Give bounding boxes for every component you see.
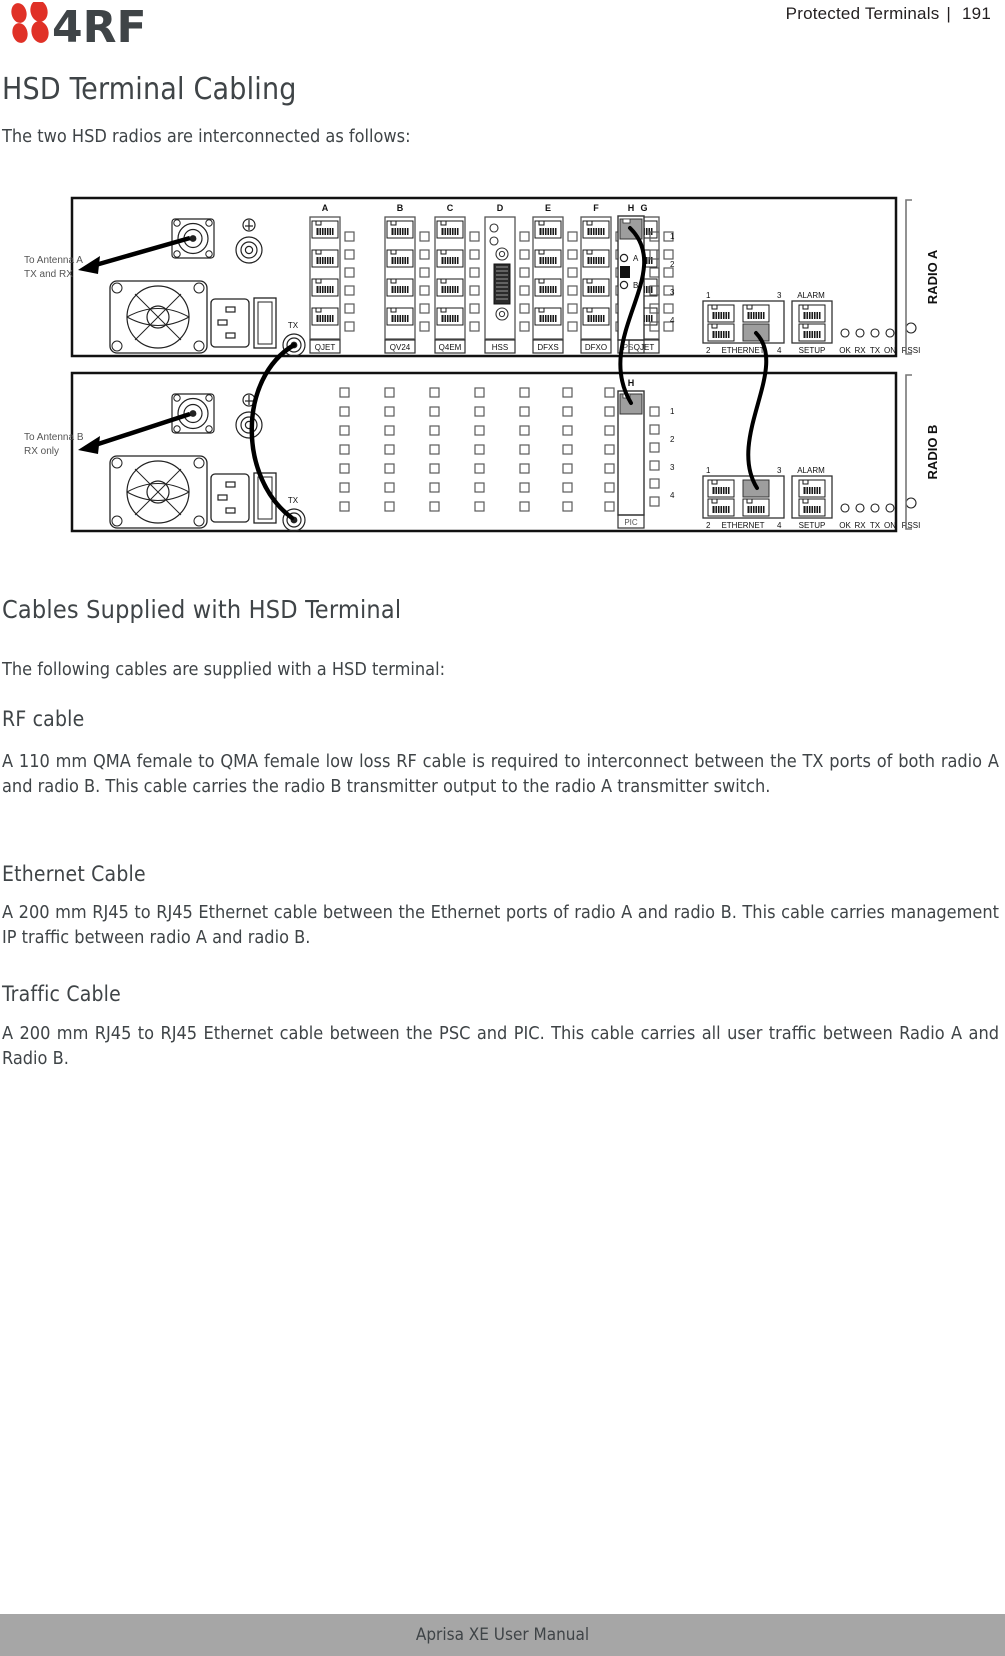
alarm-label-a: ALARM [797,291,825,300]
slot-card-c: Q4EM [439,343,462,352]
section-ethernet-cable: Ethernet Cable A 200 mm RJ45 to RJ45 Eth… [2,862,1001,948]
eth-port-1-a: 1 [706,291,711,300]
slot-letter-g: G [640,203,647,213]
breadcrumb-label: Protected Terminals [785,4,940,23]
tx-label-b: TX [288,496,299,505]
port-number-2-a: 2 [670,260,675,269]
led-tx-a: TX [870,346,881,355]
led-rx-b: RX [854,521,866,530]
diagram-svg: TX A QJET B QV24 C Q4EM D HSS E DFXS F D… [24,196,940,533]
slot-card-e: DFXS [537,343,558,352]
header-breadcrumb: Protected Terminals | 191 [786,4,991,24]
antenna-a-label-line2: TX and RX [24,269,73,280]
psc-toggle-switch[interactable] [620,266,630,278]
alarm-label-b: ALARM [797,466,825,475]
logo-dots-icon [11,0,49,43]
port-number-4-a: 4 [670,316,675,325]
section-rf-cable: RF cable A 110 mm QMA female to QMA fema… [2,707,1001,797]
ethernet-cable-body: A 200 mm RJ45 to RJ45 Ethernet cable bet… [2,902,999,948]
setup-label-a: SETUP [799,346,826,355]
traffic-cable-body: A 200 mm RJ45 to RJ45 Ethernet cable bet… [2,1023,999,1069]
ethernet-label-b: ETHERNET [721,521,764,530]
page-intro: The two HSD radios are interconnected as… [2,126,411,147]
antenna-b-label-line1: To Antenna B [24,432,84,443]
led-tx-b: TX [870,521,881,530]
cables-lead-text: The following cables are supplied with a… [2,659,446,680]
eth-port-1-b: 1 [706,466,711,475]
led-ok-a: OK [839,346,851,355]
breadcrumb-separator: | [946,4,952,23]
port-number-3-b: 3 [670,463,675,472]
hsd-cabling-diagram: TX A QJET B QV24 C Q4EM D HSS E DFXS F D… [0,188,1005,560]
slot-letter-h-b: H [628,378,635,388]
slot-letter-c: C [447,203,454,213]
antenna-b-label-line2: RX only [24,446,59,457]
brand-logo: 4RF [8,0,188,53]
slot-card-b: QV24 [390,343,411,352]
slot-card-h-b: PIC [624,518,638,527]
heading-traffic-cable: Traffic Cable [2,982,121,1006]
footer-manual-title: Aprisa XE User Manual [415,1625,590,1645]
page-header: 4RF Protected Terminals | 191 [0,0,1005,62]
radio-b-chassis: TX H PIC 1 2 3 4 1 3 2 4 ETHERNET ALARM … [70,371,920,533]
antenna-a-label-line1: To Antenna A [24,255,83,266]
port-number-1-b: 1 [670,407,675,416]
document-page: 4RF Protected Terminals | 191 HSD Terminal… [0,0,1005,1656]
page-title: HSD Terminal Cabling [2,72,297,107]
tx-label-a: TX [288,321,299,330]
heading-cables-supplied: Cables Supplied with HSD Terminal [2,595,402,624]
slot-card-f: DFXO [585,343,607,352]
eth-port-3-a: 3 [777,291,782,300]
port-number-2-b: 2 [670,435,675,444]
heading-ethernet-cable: Ethernet Cable [2,862,146,886]
slot-card-d: HSS [492,343,508,352]
slot-letter-e: E [545,203,551,213]
four-dots-logo: 4RF [11,0,147,53]
led-rx-a: RX [854,346,866,355]
radio-a-caption: RADIO A [925,249,940,304]
slot-letter-d: D [497,203,504,213]
slot-card-h-a: PSC [623,343,640,352]
slot-card-a: QJET [315,343,336,352]
slot-letter-a: A [322,203,329,213]
radio-a-bracket: RADIO A [905,199,940,355]
section-cables: Cables Supplied with HSD Terminal The fo… [2,595,1001,680]
led-on-a: ON [884,346,896,355]
radio-a-chassis: TX A QJET B QV24 C Q4EM D HSS E DFXS F D… [70,196,920,358]
port-number-4-b: 4 [670,491,675,500]
eth-port-3-b: 3 [777,466,782,475]
setup-label-b: SETUP [799,521,826,530]
radio-b-caption: RADIO B [925,425,940,480]
eth-port-2-b: 2 [706,521,711,530]
led-ok-b: OK [839,521,851,530]
port-number-1-a: 1 [670,232,675,241]
logo-wordmark: 4RF [52,2,147,52]
rf-cable-body: A 110 mm QMA female to QMA female low lo… [2,751,999,797]
psc-led-a-label: A [633,254,639,263]
heading-rf-cable: RF cable [2,707,85,731]
slot-letter-h-a: H [628,203,635,213]
slot-letter-b: B [397,203,404,213]
port-number-3-a: 3 [670,288,675,297]
ethernet-label-a: ETHERNET [721,346,764,355]
eth-port-2-a: 2 [706,346,711,355]
page-footer: Aprisa XE User Manual [0,1614,1005,1656]
section-traffic-cable: Traffic Cable A 200 mm RJ45 to RJ45 Ethe… [2,982,1001,1069]
page-number: 191 [962,4,991,23]
led-on-b: ON [884,521,896,530]
eth-port-4-b: 4 [777,521,782,530]
radio-b-bracket: RADIO B [905,374,940,530]
slot-letter-f: F [593,203,599,213]
eth-port-4-a: 4 [777,346,782,355]
